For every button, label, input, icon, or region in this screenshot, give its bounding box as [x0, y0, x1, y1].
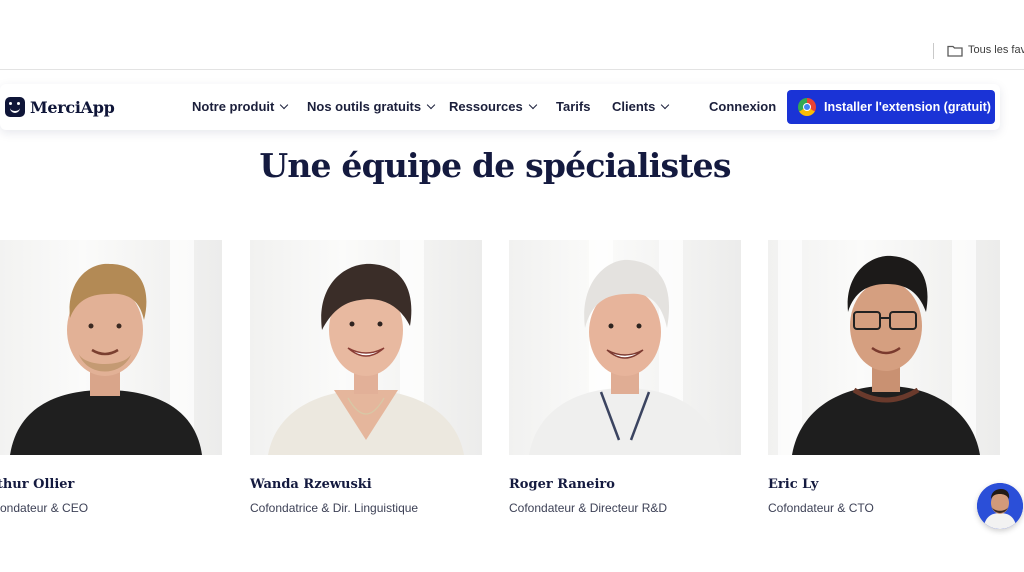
team-photo — [250, 240, 482, 455]
team-photo — [509, 240, 741, 455]
folder-icon[interactable] — [947, 45, 963, 57]
nav-item-outils-gratuits[interactable]: Nos outils gratuits — [307, 99, 436, 114]
chat-avatar-icon — [977, 483, 1023, 529]
team-card: Wanda Rzewuski Cofondatrice & Dir. Lingu… — [250, 240, 482, 515]
chevron-down-icon — [280, 100, 289, 109]
team-card: rthur Ollier ofondateur & CEO — [0, 240, 222, 515]
chevron-down-icon — [528, 100, 537, 109]
nav-item-ressources[interactable]: Ressources — [449, 99, 537, 114]
team-card: Eric Ly Cofondateur & CTO — [768, 240, 1000, 515]
team-member-name: Eric Ly — [768, 477, 819, 492]
nav-item-label: Ressources — [449, 99, 523, 114]
logo-text: MerciApp — [30, 97, 115, 117]
nav-item-label: Tarifs — [556, 99, 591, 114]
nav-item-label: Clients — [612, 99, 656, 114]
bookmarks-folder-label[interactable]: Tous les favo — [968, 44, 1024, 56]
team-photo — [0, 240, 222, 455]
nav-item-clients[interactable]: Clients — [612, 99, 670, 114]
team-member-role: Cofondatrice & Dir. Linguistique — [250, 501, 419, 515]
chevron-down-icon — [661, 100, 670, 109]
logo[interactable]: MerciApp — [5, 97, 115, 117]
merciapp-logo-icon — [5, 97, 25, 117]
chat-widget-button[interactable] — [977, 483, 1023, 529]
team-member-name: Wanda Rzewuski — [250, 477, 372, 492]
nav-item-label: Notre produit — [192, 99, 275, 114]
nav-item-label: Nos outils gratuits — [307, 99, 422, 114]
section-title: Une équipe de spécialistes — [259, 146, 731, 185]
chevron-down-icon — [426, 100, 436, 109]
team-photo — [768, 240, 1000, 455]
login-label: Connexion — [709, 99, 777, 114]
nav-item-notre-produit[interactable]: Notre produit — [192, 99, 289, 114]
team-card: Roger Raneiro Cofondateur & Directeur R&… — [509, 240, 741, 515]
bookmarks-divider — [933, 43, 934, 59]
team-member-name: rthur Ollier — [0, 477, 75, 492]
login-link[interactable]: Connexion — [709, 99, 776, 114]
team-member-role: ofondateur & CEO — [0, 501, 89, 515]
bookmarks-bar: Tous les favo — [0, 0, 1024, 70]
team-member-role: Cofondateur & Directeur R&D — [509, 501, 668, 515]
site-navbar: MerciApp Notre produit Nos outils gratui… — [0, 84, 1000, 130]
team-member-role: Cofondateur & CTO — [768, 501, 874, 515]
install-extension-button[interactable]: Installer l'extension (gratuit) — [787, 90, 995, 124]
install-extension-label: Installer l'extension (gratuit) — [824, 100, 991, 114]
nav-item-tarifs[interactable]: Tarifs — [556, 99, 590, 114]
team-member-name: Roger Raneiro — [509, 477, 615, 492]
chrome-icon — [798, 98, 816, 116]
